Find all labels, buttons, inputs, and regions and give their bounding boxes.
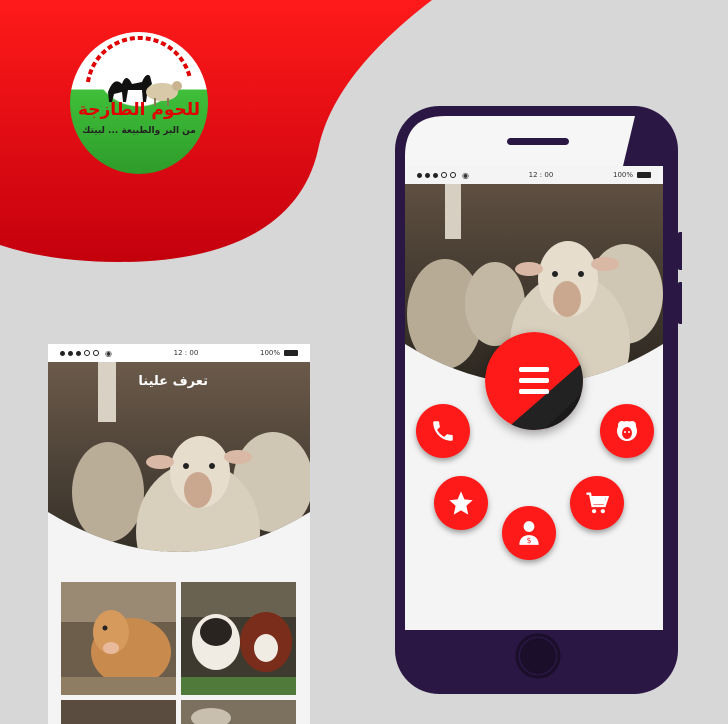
cow-thumbnail-1[interactable] — [61, 582, 176, 695]
svg-text:$: $ — [527, 536, 532, 545]
sheep-products-button[interactable] — [600, 404, 654, 458]
sheep-face-icon — [617, 421, 637, 441]
big-phone-mockup: ◉ 12 : 00 100% $ — [395, 106, 682, 694]
logo-slogan: من البر والطبيعة ... لبيتك — [82, 126, 196, 136]
meat-thumbnail-3[interactable] — [61, 700, 176, 724]
hamburger-menu-icon — [485, 332, 583, 430]
logo-title: للحوم الطازجة — [77, 100, 201, 120]
cow-thumbnail-2[interactable] — [181, 582, 296, 695]
signal-dots-icon: ◉ — [417, 171, 469, 180]
signal-dots-icon: ◉ — [60, 349, 112, 358]
about-us-title[interactable]: تعرف علينا — [138, 374, 208, 389]
main-menu-button[interactable] — [485, 332, 583, 430]
battery-icon — [637, 172, 651, 178]
cart-button[interactable] — [570, 476, 624, 530]
favorites-button[interactable] — [434, 476, 488, 530]
status-bar: ◉ 12 : 00 100% — [405, 166, 663, 184]
status-battery: 100% — [612, 171, 633, 179]
meat-thumbnail-4[interactable] — [181, 700, 296, 724]
call-button[interactable] — [416, 404, 470, 458]
phone-icon — [433, 421, 453, 441]
account-button[interactable]: $ — [502, 506, 556, 560]
status-time: 12 : 00 — [173, 349, 199, 357]
brand-logo: للحوم الطازجة من البر والطبيعة ... لبيتك — [70, 32, 208, 174]
star-icon — [449, 491, 473, 515]
small-phone-screen: ◉ 12 : 00 100% تعرف علينا — [48, 344, 310, 724]
status-time: 12 : 00 — [528, 171, 554, 179]
status-battery: 100% — [259, 349, 280, 357]
shopping-cart-icon — [586, 492, 610, 514]
user-money-icon: $ — [519, 521, 539, 545]
status-bar: ◉ 12 : 00 100% — [48, 344, 310, 362]
hero-sheep-image — [48, 362, 310, 552]
battery-icon — [284, 350, 298, 356]
app-home-screen: ◉ 12 : 00 100% $ — [405, 166, 663, 630]
